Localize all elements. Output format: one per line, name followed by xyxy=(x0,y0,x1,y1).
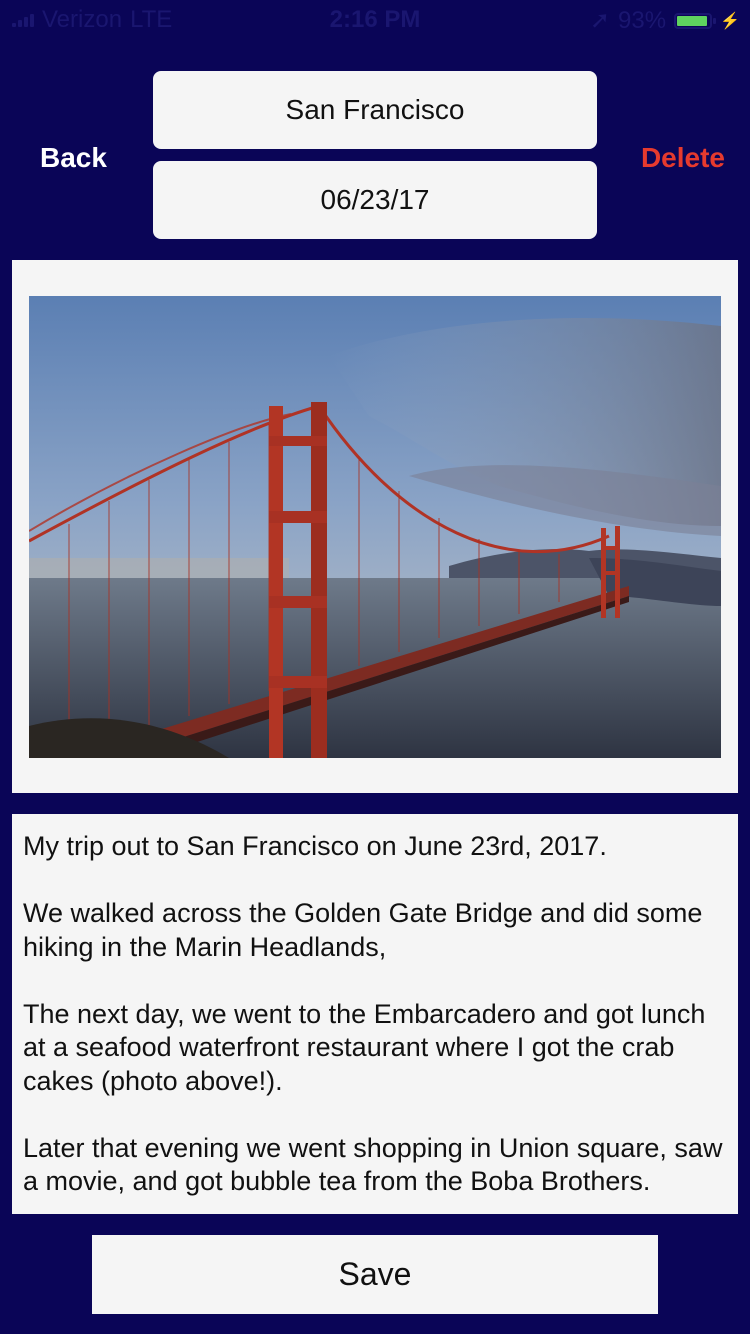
delete-button[interactable]: Delete xyxy=(641,142,725,174)
location-arrow-icon: ➚ xyxy=(589,7,611,34)
photo-panel[interactable] xyxy=(12,260,738,793)
save-button[interactable]: Save xyxy=(92,1235,658,1314)
back-button[interactable]: Back xyxy=(40,142,107,174)
journal-text-area[interactable]: My trip out to San Francisco on June 23r… xyxy=(12,814,738,1214)
battery-percent: 93% xyxy=(618,6,667,34)
journal-text: My trip out to San Francisco on June 23r… xyxy=(12,814,738,1214)
golden-gate-bridge-photo xyxy=(29,296,721,758)
battery-fill xyxy=(677,15,708,26)
title-field[interactable] xyxy=(153,71,597,149)
journal-paragraph: My trip out to San Francisco on June 23r… xyxy=(23,831,607,861)
journal-paragraph: Later that evening we went shopping in U… xyxy=(23,1132,723,1197)
journal-paragraph: We walked across the Golden Gate Bridge … xyxy=(23,898,703,962)
status-bar: Verizon LTE 2:16 PM ➚ 93% ⚡ xyxy=(0,0,750,40)
status-right: ➚ 93% ⚡ xyxy=(590,6,740,35)
charging-bolt-icon: ⚡ xyxy=(720,12,740,30)
battery-icon xyxy=(674,12,717,29)
journal-paragraph: The next day, we went to the Embarcadero… xyxy=(23,998,706,1096)
date-field[interactable] xyxy=(153,161,597,239)
